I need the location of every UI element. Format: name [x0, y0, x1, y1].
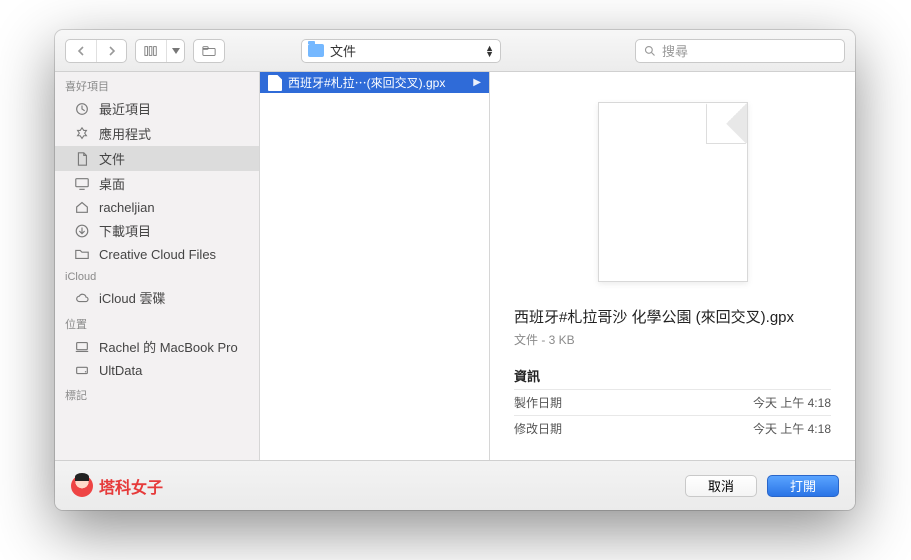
view-mode-group	[135, 39, 185, 63]
sidebar-item-label: UltData	[99, 363, 142, 378]
folder-icon	[308, 44, 324, 57]
sidebar-item-label: 文件	[99, 149, 125, 168]
nav-group	[65, 39, 127, 63]
chevron-right-icon: ▶	[473, 77, 481, 88]
file-row[interactable]: 西班牙#札拉⋯(來回交叉).gpx ▶	[260, 72, 489, 93]
download-icon	[73, 223, 91, 239]
sidebar-item-label: 最近項目	[99, 99, 151, 118]
info-row: 製作日期 今天 上午 4:18	[514, 389, 831, 415]
toolbar: 文件 ▲▼ 搜尋	[55, 30, 855, 72]
footer: 塔科女子 取消 打開	[55, 460, 855, 510]
sidebar-item[interactable]: 應用程式	[55, 121, 259, 146]
view-columns-button[interactable]	[136, 40, 166, 62]
sidebar-item[interactable]: 下載項目	[55, 218, 259, 243]
clock-icon	[73, 101, 91, 117]
sidebar-item-label: 下載項目	[99, 221, 151, 240]
file-column: 西班牙#札拉⋯(來回交叉).gpx ▶	[260, 72, 490, 460]
sidebar-item[interactable]: 最近項目	[55, 96, 259, 121]
search-placeholder: 搜尋	[662, 41, 688, 60]
nav-forward-button[interactable]	[96, 40, 126, 62]
file-thumbnail	[514, 92, 831, 306]
document-icon	[268, 75, 282, 91]
open-button[interactable]: 打開	[767, 475, 839, 497]
dialog-body: 喜好項目最近項目應用程式文件桌面 racheljian 下載項目 Creative C…	[55, 72, 855, 460]
sidebar-section-head: 位置	[55, 310, 259, 334]
open-file-dialog: 文件 ▲▼ 搜尋 喜好項目最近項目應用程式文件桌面racheljian下載項目C…	[55, 30, 855, 510]
sidebar-item[interactable]: UltData	[55, 359, 259, 381]
brand-text: 塔科女子	[99, 474, 163, 498]
sidebar-item[interactable]: 桌面	[55, 171, 259, 196]
sidebar-section-head: 喜好項目	[55, 72, 259, 96]
brand-avatar-icon	[71, 475, 93, 497]
sidebar-item-label: Rachel 的 MacBook Pro	[99, 337, 238, 356]
info-key: 修改日期	[514, 420, 562, 437]
preview-filename: 西班牙#札拉哥沙 化學公園 (來回交叉).gpx	[514, 306, 831, 327]
sidebar-section-head: 標記	[55, 381, 259, 405]
sidebar-item-label: 應用程式	[99, 124, 151, 143]
location-label: 文件	[330, 41, 479, 60]
info-heading: 資訊	[514, 366, 831, 389]
watermark: 塔科女子	[71, 474, 163, 498]
desktop-icon	[73, 176, 91, 192]
sidebar-item-label: iCloud 雲碟	[99, 288, 165, 307]
sidebar-item[interactable]: Rachel 的 MacBook Pro	[55, 334, 259, 359]
sidebar-item-label: 桌面	[99, 174, 125, 193]
app-icon	[73, 126, 91, 142]
preview-pane: 西班牙#札拉哥沙 化學公園 (來回交叉).gpx 文件 - 3 KB 資訊 製作…	[490, 72, 855, 460]
sidebar: 喜好項目最近項目應用程式文件桌面 racheljian 下載項目 Creative C…	[55, 72, 260, 460]
sidebar-item-label: racheljian	[99, 200, 155, 215]
folder-icon	[73, 246, 91, 262]
doc-icon	[73, 151, 91, 167]
sidebar-section-head: iCloud	[55, 265, 259, 285]
search-field[interactable]: 搜尋	[635, 39, 845, 63]
sidebar-item-label: Creative Cloud Files	[99, 247, 216, 262]
cloud-icon	[73, 290, 91, 306]
nav-back-button[interactable]	[66, 40, 96, 62]
cancel-button[interactable]: 取消	[685, 475, 757, 497]
info-key: 製作日期	[514, 394, 562, 411]
info-value: 今天 上午 4:18	[753, 420, 831, 437]
sidebar-item[interactable]: 文件	[55, 146, 259, 171]
laptop-icon	[73, 339, 91, 355]
sidebar-item[interactable]: iCloud 雲碟	[55, 285, 259, 310]
home-icon	[73, 199, 91, 215]
disk-icon	[73, 362, 91, 378]
info-row: 修改日期 今天 上午 4:18	[514, 415, 831, 441]
location-popup[interactable]: 文件 ▲▼	[301, 39, 501, 63]
info-value: 今天 上午 4:18	[753, 394, 831, 411]
preview-meta: 文件 - 3 KB	[514, 331, 831, 348]
chevron-updown-icon: ▲▼	[485, 45, 494, 57]
sidebar-item[interactable]: Creative Cloud Files	[55, 243, 259, 265]
sidebar-item[interactable]: racheljian	[55, 196, 259, 218]
view-dropdown-button[interactable]	[166, 40, 184, 62]
search-icon	[644, 45, 656, 57]
group-by-button[interactable]	[193, 39, 225, 63]
file-row-label: 西班牙#札拉⋯(來回交叉).gpx	[288, 74, 445, 91]
